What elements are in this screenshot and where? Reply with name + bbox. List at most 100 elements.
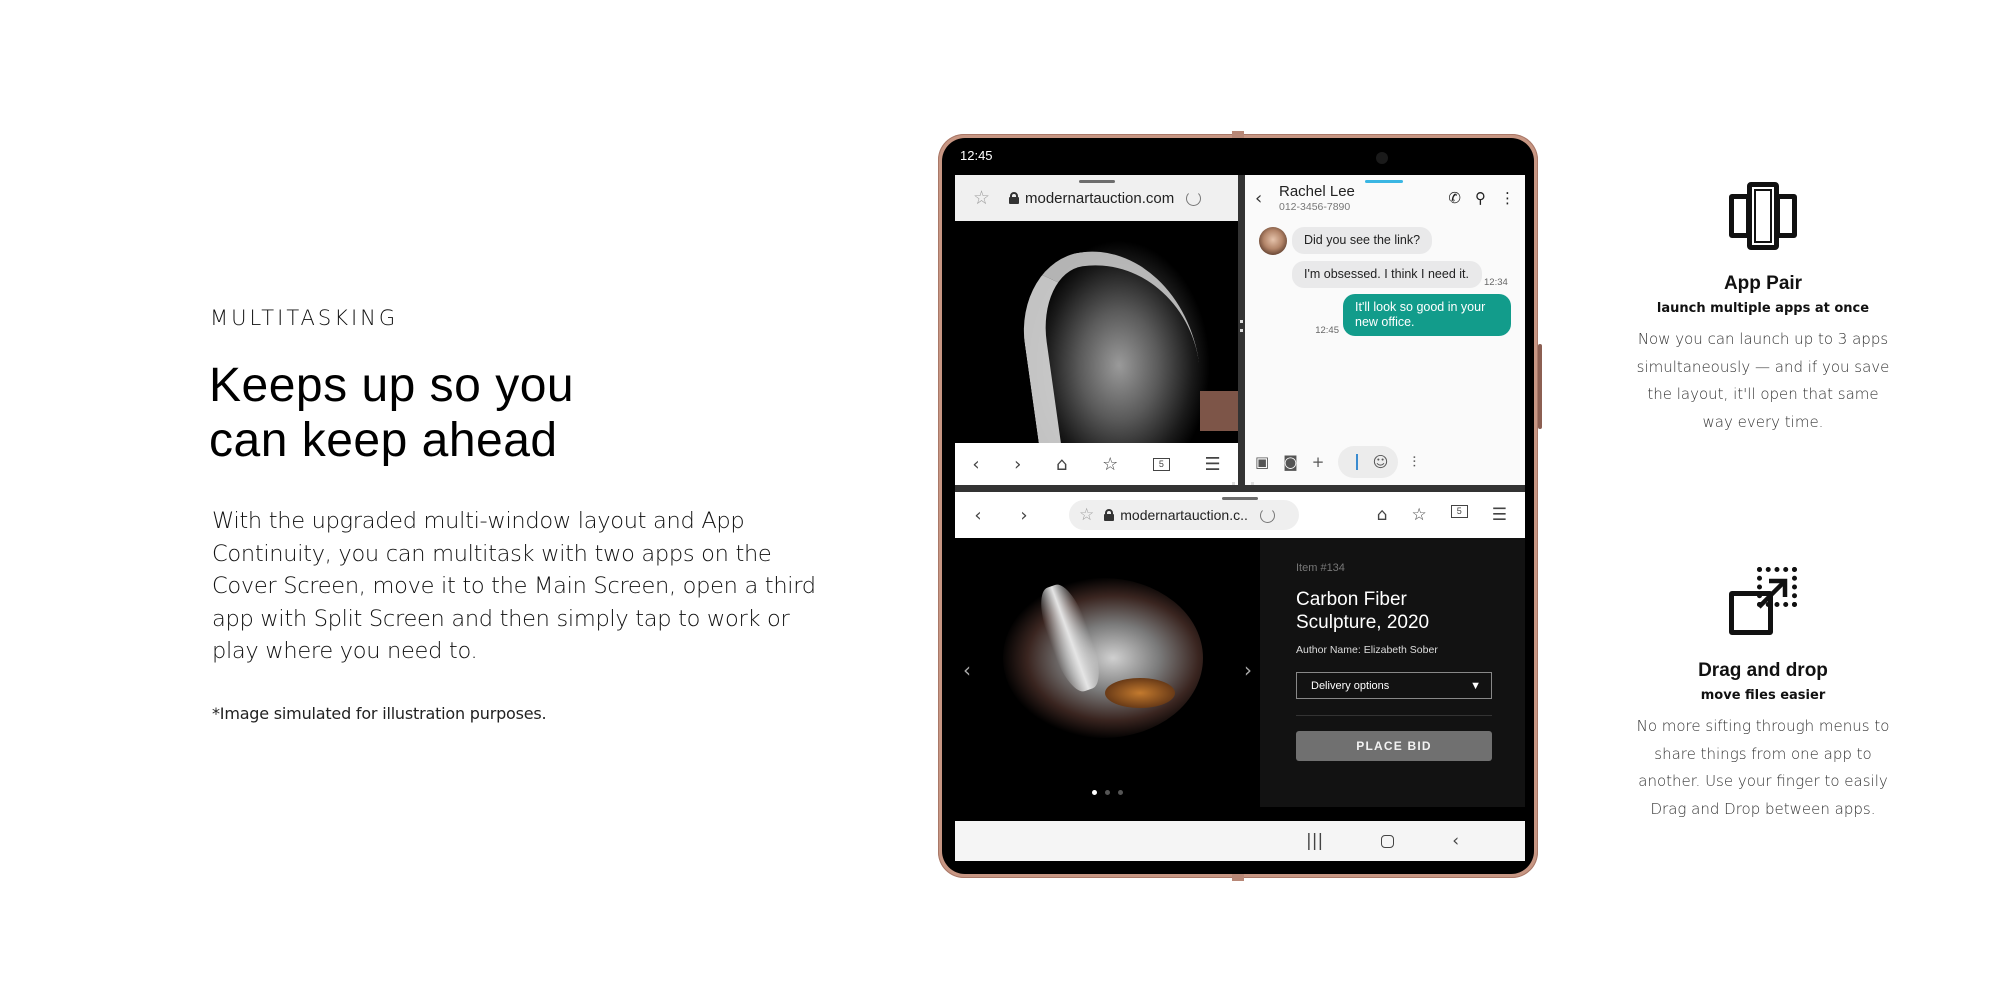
home-icon[interactable]: ⌂ <box>1377 505 1388 525</box>
product-carousel[interactable]: ‹ › <box>955 538 1260 807</box>
carousel-next-icon[interactable]: › <box>1244 658 1252 682</box>
item-title: Carbon Fiber Sculpture, 2020 <box>1296 589 1430 633</box>
window-handle[interactable] <box>1222 497 1258 500</box>
browser-toolbar: ‹ › ☆ modernartauction.c.. ⌂ ☆ 5 ☰ <box>955 492 1525 538</box>
window-handle[interactable] <box>1365 180 1403 183</box>
drag-and-drop-icon <box>1727 565 1799 637</box>
home-icon[interactable]: ⌂ <box>1056 454 1067 475</box>
lock-icon <box>1104 509 1115 521</box>
contact-info: Rachel Lee 012-3456-7890 <box>1279 183 1355 213</box>
message-incoming: Did you see the link? <box>1259 227 1511 255</box>
system-nav-bar: ||| ‹ <box>955 821 1525 861</box>
contact-number: 012-3456-7890 <box>1279 201 1351 213</box>
feature-title: App Pair <box>1723 273 1803 294</box>
refresh-icon[interactable] <box>1259 507 1275 523</box>
message-bubble: Did you see the link? <box>1292 227 1433 254</box>
pager-dot[interactable] <box>1105 790 1110 795</box>
sculpture-highlight <box>1105 678 1175 708</box>
feature-subtitle: move files easier <box>1700 688 1826 703</box>
url-field[interactable]: modernartauction.com <box>1009 189 1202 207</box>
bookmarks-icon[interactable]: ☆ <box>1412 505 1427 525</box>
avatar[interactable] <box>1259 227 1287 255</box>
bookmarks-icon[interactable]: ☆ <box>1102 454 1118 475</box>
status-time: 12:45 <box>960 148 993 163</box>
search-icon[interactable]: ⚲ <box>1475 189 1486 207</box>
feature-subtitle: launch multiple apps at once <box>1656 301 1870 316</box>
body-copy: With the upgraded multi-window layout an… <box>212 508 816 664</box>
forward-icon[interactable]: › <box>1001 505 1047 526</box>
add-icon[interactable]: + <box>1312 453 1325 471</box>
split-dots <box>1240 320 1243 332</box>
recents-icon[interactable]: ||| <box>1306 831 1323 851</box>
window-handle[interactable] <box>1078 180 1115 183</box>
item-number: Item #134 <box>1296 562 1345 574</box>
delivery-options-select[interactable]: Delivery options ▼ <box>1296 672 1492 699</box>
back-icon[interactable]: ‹ <box>1255 188 1279 209</box>
icon-panel-center <box>1747 182 1779 250</box>
pager-dot-active[interactable] <box>1092 790 1097 795</box>
refresh-icon[interactable] <box>1186 190 1202 206</box>
toolbar-actions: ⌂ ☆ 5 ☰ <box>1377 505 1507 525</box>
messages-window[interactable]: ‹ Rachel Lee 012-3456-7890 ✆ ⚲ ⋮ Did you… <box>1245 175 1525 485</box>
text-caret <box>1356 454 1359 470</box>
message-bubble: I'm obsessed. I think I need it. <box>1292 261 1482 288</box>
message-input[interactable]: ☺ <box>1338 446 1399 478</box>
side-key <box>1538 344 1542 429</box>
sculpture-image <box>1003 578 1203 738</box>
place-bid-button[interactable]: PLACE BID <box>1296 731 1492 761</box>
more-icon[interactable]: ⋮ <box>1500 189 1515 207</box>
feature-app-pair: App Pair launch multiple apps at once No… <box>1630 180 1896 436</box>
vertical-split-handle[interactable] <box>1238 175 1245 485</box>
carousel-prev-icon[interactable]: ‹ <box>963 658 971 682</box>
message-bubble: It'll look so good in your new office. <box>1343 294 1511 336</box>
status-bar: 12:45 <box>942 138 1534 170</box>
headline: Keeps up so you can keep ahead <box>209 358 574 468</box>
carousel-pager <box>1092 790 1123 795</box>
address-bar[interactable]: ☆ modernartauction.com <box>955 175 1238 221</box>
tabs-icon[interactable]: 5 <box>1152 457 1170 471</box>
gallery-icon[interactable]: ▣ <box>1255 453 1269 471</box>
back-icon[interactable]: ‹ <box>955 505 1001 526</box>
star-outline-icon[interactable]: ☆ <box>1079 505 1094 525</box>
browser-window-top[interactable]: ☆ modernartauction.com ‹ › ⌂ ☆ 5 ☰ <box>955 175 1238 485</box>
conversation-header: ‹ Rachel Lee 012-3456-7890 ✆ ⚲ ⋮ <box>1245 175 1525 221</box>
browser-window-bottom[interactable]: ‹ › ☆ modernartauction.c.. ⌂ ☆ 5 ☰ ‹ › I… <box>955 492 1525 807</box>
app-pair-icon <box>1727 180 1799 252</box>
contact-name: Rachel Lee <box>1279 183 1355 200</box>
camera-icon[interactable]: ◙ <box>1283 453 1298 471</box>
foldable-phone: 12:45 ☆ modernartauction.com ‹ › ⌂ ☆ 5 ☰… <box>938 131 1542 881</box>
phone-bezel: 12:45 ☆ modernartauction.com ‹ › ⌂ ☆ 5 ☰… <box>942 138 1534 874</box>
item-author: Author Name: Elizabeth Sober <box>1296 644 1438 656</box>
url-container: modernartauction.c.. <box>1104 507 1275 523</box>
menu-icon[interactable]: ☰ <box>1492 505 1507 525</box>
sculpture-curve <box>1013 238 1211 470</box>
voice-icon[interactable]: ⫶ <box>1412 453 1416 471</box>
url-text: modernartauction.com <box>1025 189 1175 207</box>
sticker-icon[interactable]: ☺ <box>1373 453 1389 471</box>
message-incoming: I'm obsessed. I think I need it. 12:34 <box>1259 261 1511 288</box>
back-icon[interactable]: ‹ <box>1452 831 1459 851</box>
feature-drag-and-drop: Drag and drop move files easier No more … <box>1630 565 1896 823</box>
feature-title: Drag and drop <box>1698 660 1828 681</box>
url-text: modernartauction.c.. <box>1120 507 1248 523</box>
feature-description: Now you can launch up to 3 apps simultan… <box>1636 330 1890 431</box>
star-outline-icon[interactable]: ☆ <box>973 188 993 208</box>
url-field[interactable]: ☆ modernartauction.c.. <box>1069 500 1299 530</box>
phone-icon[interactable]: ✆ <box>1448 189 1461 207</box>
pager-dot[interactable] <box>1118 790 1123 795</box>
forward-icon[interactable]: › <box>1014 454 1021 475</box>
tabs-icon[interactable]: 5 <box>1450 505 1468 518</box>
message-time: 12:34 <box>1484 277 1508 288</box>
message-outgoing: 12:45 It'll look so good in your new off… <box>1259 294 1511 336</box>
menu-icon[interactable]: ☰ <box>1205 454 1221 475</box>
lock-icon <box>1009 192 1019 204</box>
home-icon[interactable] <box>1381 834 1395 848</box>
back-icon[interactable]: ‹ <box>972 454 979 475</box>
feature-description: No more sifting through menus to share t… <box>1636 717 1890 818</box>
divider <box>1296 715 1492 716</box>
split-dots <box>1232 482 1254 485</box>
camera-icon <box>1376 152 1388 164</box>
hinge-bottom <box>1232 873 1244 881</box>
horizontal-split-handle[interactable] <box>955 482 1525 492</box>
sculpture-background <box>1200 391 1238 431</box>
